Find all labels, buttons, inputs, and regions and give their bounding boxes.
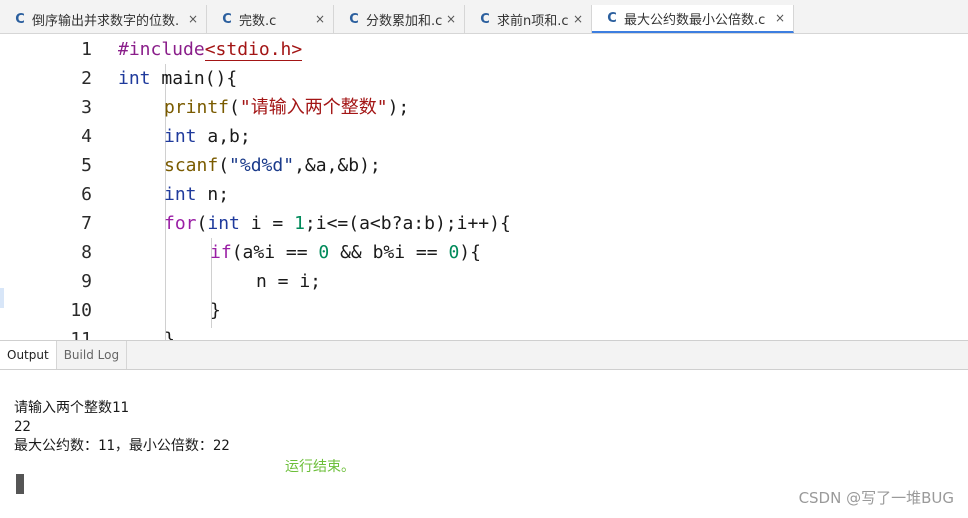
tab-first-n-sum[interactable]: C 求前n项和.c × <box>465 5 592 33</box>
code-line: int a,b; <box>164 122 251 151</box>
close-icon[interactable]: × <box>186 12 200 26</box>
c-file-icon: C <box>607 10 617 26</box>
code-token: scanf <box>164 155 219 176</box>
code-line: int n; <box>164 180 229 209</box>
code-token: for <box>164 213 197 234</box>
tab-fraction-sum[interactable]: C 分数累加和.c × <box>334 5 465 33</box>
tab-reverse-digits[interactable]: C 倒序输出并求数字的位数. × <box>0 5 207 33</box>
c-file-icon: C <box>222 11 232 27</box>
code-line: if(a%i == 0 && b%i == 0){ <box>210 238 481 267</box>
tab-label: 分数累加和.c <box>366 13 442 29</box>
code-token: ){ <box>459 242 481 263</box>
code-line: } <box>210 300 221 321</box>
c-file-icon: C <box>15 11 25 27</box>
code-token: #include <box>118 39 205 60</box>
code-token: 0 <box>448 242 460 263</box>
line-number: 1 <box>81 39 92 60</box>
code-line: scanf("%d%d",&a,&b); <box>164 151 381 180</box>
code-token: ( <box>218 155 230 176</box>
console-line: 请输入两个整数11 <box>14 400 129 416</box>
code-token: ( <box>229 97 240 118</box>
code-editor[interactable]: 1 2 3 4 5 6 7 8 9 10 11 #include<stdio.h… <box>0 34 968 340</box>
tab-label: 倒序输出并求数字的位数. <box>32 13 180 29</box>
code-token: <stdio.h> <box>204 39 303 61</box>
bottom-panel-tabs: Output Build Log <box>0 340 968 370</box>
close-icon[interactable]: × <box>773 11 787 25</box>
code-token: 1 <box>294 213 305 234</box>
tab-label: 最大公约数最小公倍数.c <box>624 12 766 28</box>
code-token: if <box>210 242 232 263</box>
line-number: 11 <box>70 329 92 340</box>
line-number: 10 <box>70 300 92 321</box>
close-icon[interactable]: × <box>444 12 458 26</box>
line-number: 9 <box>81 271 92 292</box>
line-number-gutter: 1 2 3 4 5 6 7 8 9 10 11 <box>0 34 100 340</box>
code-token: 0 <box>318 242 330 263</box>
line-number: 2 <box>81 68 92 89</box>
run-finished-status: 运行结束。 <box>285 459 355 475</box>
code-token: printf <box>164 97 230 118</box>
tab-label: 完数.c <box>239 13 277 29</box>
code-token: int <box>207 213 240 234</box>
code-token: main(){ <box>150 68 238 89</box>
code-token: "请输入两个整数" <box>239 97 388 118</box>
code-line: printf("请输入两个整数"); <box>164 93 409 122</box>
code-area[interactable]: #include<stdio.h> int main(){ printf("请输… <box>118 34 968 340</box>
console-line: 最大公约数：11，最小公倍数：22 <box>14 438 230 454</box>
tab-label: 求前n项和.c <box>497 13 569 29</box>
line-number: 8 <box>81 242 92 263</box>
code-token: int <box>164 184 197 205</box>
close-icon[interactable]: × <box>313 12 327 26</box>
tab-gcd-lcm[interactable]: C 最大公约数最小公倍数.c × <box>592 5 794 33</box>
code-token: int <box>164 126 197 147</box>
console-line: 22 <box>14 419 31 435</box>
code-token: ); <box>387 97 410 118</box>
code-token: int <box>118 68 151 89</box>
line-number: 4 <box>81 126 92 147</box>
code-token: && b%i == <box>329 242 449 263</box>
line-number: 6 <box>81 184 92 205</box>
code-line: #include<stdio.h> <box>118 35 303 64</box>
editor-tab-bar: C 倒序输出并求数字的位数. × C 完数.c × C 分数累加和.c × C … <box>0 0 968 34</box>
ide-window: C 倒序输出并求数字的位数. × C 完数.c × C 分数累加和.c × C … <box>0 0 968 518</box>
code-token: i = <box>239 213 295 234</box>
code-line: } <box>164 329 175 340</box>
code-line: n = i; <box>256 271 322 292</box>
code-token: n; <box>196 184 230 205</box>
code-line: int main(){ <box>118 64 237 93</box>
line-number: 5 <box>81 155 92 176</box>
code-token: "%d%d" <box>229 155 295 176</box>
c-file-icon: C <box>349 11 359 27</box>
output-console[interactable]: 请输入两个整数11 22 最大公约数：11，最小公倍数：22 运行结束。 CSD… <box>0 370 968 518</box>
console-cursor <box>16 474 24 494</box>
code-token: ,&a,&b); <box>294 155 381 176</box>
watermark: CSDN @写了一堆BUG <box>798 489 954 507</box>
code-token: (a%i == <box>231 242 319 263</box>
code-token: ;i<=(a<b?a:b);i++){ <box>304 213 511 234</box>
code-line: for(int i = 1;i<=(a<b?a:b);i++){ <box>164 209 511 238</box>
tab-output[interactable]: Output <box>0 341 57 369</box>
tab-perfect-number[interactable]: C 完数.c × <box>207 5 334 33</box>
line-number: 3 <box>81 97 92 118</box>
close-icon[interactable]: × <box>571 12 585 26</box>
code-token: ( <box>196 213 208 234</box>
code-token: a,b; <box>196 126 251 147</box>
line-number: 7 <box>81 213 92 234</box>
tab-build-log[interactable]: Build Log <box>57 341 128 369</box>
c-file-icon: C <box>480 11 490 27</box>
